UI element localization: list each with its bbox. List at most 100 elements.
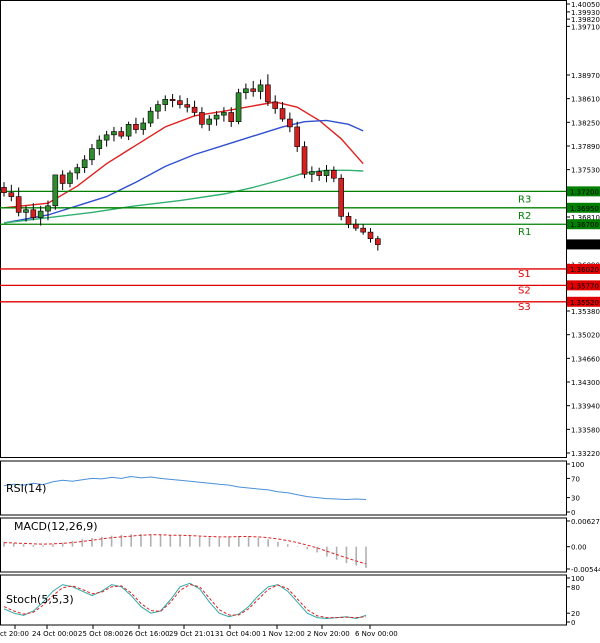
candle-body	[140, 122, 147, 130]
level-name-s1: S1	[518, 269, 531, 280]
candle-body	[169, 99, 176, 101]
candle-body	[118, 131, 125, 137]
level-name-r3: R3	[518, 194, 531, 205]
candle-body	[257, 84, 264, 92]
candle-body	[331, 170, 337, 179]
rsi-label: RSI(14)	[6, 482, 46, 495]
candle-body	[30, 209, 37, 218]
time-tick-label: 25 Oct 08:00	[78, 630, 124, 638]
price-tick-label: 1.37530	[571, 167, 600, 175]
price-tick-label: 1.34660	[571, 355, 600, 363]
candle-body	[375, 238, 381, 245]
rsi-tick-label: 100	[571, 461, 584, 469]
level-price-label: 1.35520	[570, 299, 599, 307]
price-tick-label: 1.38250	[571, 119, 600, 127]
candle-body	[199, 112, 205, 125]
candle-body	[177, 100, 183, 105]
candle-body	[287, 118, 293, 128]
candle-body	[294, 126, 301, 147]
time-tick-label: 31 Oct 04:00	[215, 630, 261, 638]
price-tick-label: 1.35380	[571, 308, 600, 316]
price-tick-label: 1.33220	[571, 450, 600, 458]
candle-body	[235, 92, 242, 122]
candle-body	[316, 171, 322, 176]
macd-panel: 0.006277 0.00 -0.005444 MACD(12,26,9)	[0, 517, 600, 574]
candle-body	[221, 112, 227, 116]
price-tick-label: 1.39710	[571, 23, 600, 31]
stoch-frame	[0, 574, 567, 626]
level-price-label: 1.35770	[570, 282, 599, 290]
price-tick-label: 1.40050	[571, 1, 600, 9]
last-price-label: 1.36393	[570, 241, 599, 249]
candle-body	[250, 88, 257, 92]
level-price-label: 1.36700	[570, 221, 599, 229]
price-tick-label: 1.35020	[571, 332, 600, 340]
macd-tick-label: 0.00	[571, 544, 587, 552]
candle-body	[323, 170, 330, 176]
time-tick-label: 6 Nov 00:00	[355, 630, 398, 638]
stoch-tick-label: 0	[571, 619, 575, 627]
candle-body	[338, 177, 344, 217]
candle-body	[133, 124, 139, 130]
time-tick-label: 1 Nov 12:00	[262, 630, 305, 638]
candle-body	[213, 114, 220, 120]
level-name-s2: S2	[518, 285, 531, 296]
candle-body	[59, 174, 66, 184]
candle-body	[272, 101, 279, 109]
candle-body	[228, 112, 235, 122]
price-tick-label: 1.38970	[571, 72, 600, 80]
candle-body	[265, 84, 271, 103]
candle-body	[345, 216, 352, 225]
candle-body	[360, 227, 366, 233]
rsi-frame	[0, 460, 567, 516]
candle-body	[81, 159, 88, 168]
candle-body	[125, 124, 132, 137]
candle-body	[162, 99, 169, 105]
time-tick-label: 2 Nov 20:00	[307, 630, 350, 638]
stoch-label: Stoch(5,5,3)	[6, 593, 74, 606]
level-name-r1: R1	[518, 227, 531, 238]
stoch-tick-label: 100	[571, 575, 584, 583]
candle-body	[37, 210, 44, 218]
time-tick-label: ct 20:00	[0, 630, 29, 638]
candle-body	[353, 223, 359, 229]
level-name-r2: R2	[518, 211, 531, 222]
candle-body	[191, 106, 198, 113]
candle-body	[23, 209, 29, 213]
rsi-tick-label: 30	[571, 495, 580, 503]
candle-body	[8, 192, 15, 197]
candle-body	[45, 205, 51, 212]
candle-body	[147, 110, 154, 124]
candle-body	[184, 104, 191, 108]
macd-tick-label: -0.005444	[571, 566, 600, 574]
candle-body	[67, 172, 73, 184]
candle-body	[367, 231, 374, 239]
level-price-label: 1.36020	[570, 266, 599, 274]
candle-body	[52, 174, 59, 207]
price-panel: 1.400501.399301.398201.397101.389701.386…	[0, 0, 600, 458]
rsi-tick-label: 70	[571, 475, 580, 483]
candle-body	[279, 108, 286, 120]
candle-body	[155, 104, 161, 112]
price-tick-label: 1.33940	[571, 403, 600, 411]
price-tick-label: 1.34300	[571, 379, 600, 387]
price-panel-frame	[0, 0, 567, 458]
candle-body	[111, 131, 117, 136]
level-price-label: 1.36950	[570, 205, 599, 213]
candle-body	[96, 139, 103, 149]
price-tick-label: 1.38610	[571, 96, 600, 104]
time-tick-label: 26 Oct 16:00	[124, 630, 170, 638]
candle-body	[103, 134, 110, 141]
rsi-tick-label: 0	[571, 509, 575, 517]
candle-body	[243, 88, 249, 94]
macd-tick-label: 0.006277	[571, 518, 600, 526]
stoch-panel: 10080 200 Stoch(5,5,3)	[0, 574, 584, 627]
time-axis: ct 20:00 24 Oct 00:00 25 Oct 08:00 26 Oct 1…	[0, 625, 398, 638]
candle-body	[301, 146, 308, 175]
level-name-s3: S3	[518, 302, 531, 313]
time-tick-label: 24 Oct 00:00	[32, 630, 78, 638]
candle-body	[309, 171, 315, 175]
forex-chart: 1.400501.399301.398201.397101.389701.386…	[0, 0, 600, 638]
price-tick-label: 1.37890	[571, 143, 600, 151]
stoch-tick-label: 80	[571, 584, 580, 592]
